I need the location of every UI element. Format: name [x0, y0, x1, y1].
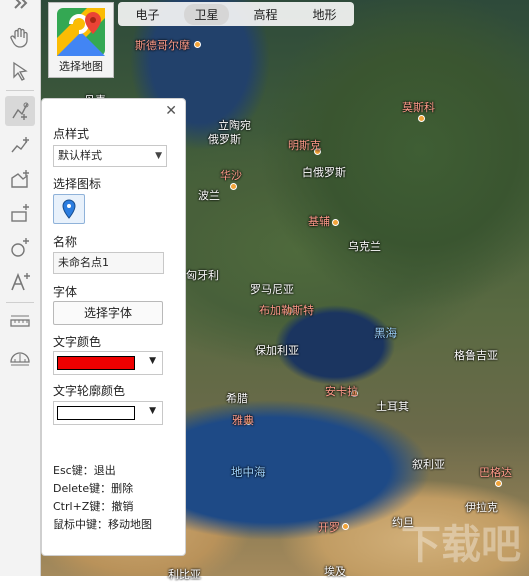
city-dot [495, 480, 502, 487]
divider [6, 302, 34, 303]
choose-icon-button[interactable] [53, 194, 85, 224]
area-icon[interactable] [5, 165, 35, 195]
text-icon[interactable] [5, 267, 35, 297]
text-color-label: 文字颜色 [53, 335, 102, 349]
outline-color-swatch [57, 406, 135, 420]
point-style-value: 默认样式 [58, 149, 102, 162]
city-label: 波兰 [198, 189, 220, 202]
city-label: 匈牙利 [186, 269, 219, 282]
city-label: 希腊 [226, 392, 248, 405]
tab-satellite[interactable]: 卫星 [184, 3, 229, 25]
city-label: 叙利亚 [412, 458, 445, 471]
city-label: 土耳其 [376, 400, 409, 413]
city-label: 雅典 [232, 414, 254, 427]
city-label: 利比亚 [168, 568, 201, 581]
font-label: 字体 [53, 285, 78, 299]
rectangle-icon[interactable] [5, 199, 35, 229]
tab-terrain[interactable]: 地形 [302, 4, 346, 25]
ruler-icon[interactable] [5, 307, 35, 337]
map-type-tabs: 电子 卫星 高程 地形 [118, 2, 354, 26]
text-color-swatch [57, 356, 135, 370]
city-label: 明斯克 [288, 139, 321, 152]
point-marker-icon[interactable] [5, 96, 35, 126]
city-dot [194, 41, 201, 48]
chevron-down-icon: ▼ [155, 151, 162, 161]
city-label: 基辅 [308, 215, 330, 228]
city-label: 巴格达 [479, 466, 512, 479]
left-toolbar [0, 0, 41, 576]
city-dot [342, 523, 349, 530]
map-source-label: 选择地图 [59, 60, 103, 73]
help-text: Ctrl+Z键：撤销 [53, 500, 134, 513]
pin-icon [62, 199, 76, 219]
pointer-icon[interactable] [5, 56, 35, 86]
expand-icon[interactable] [5, 0, 35, 12]
city-label: 安卡拉 [325, 385, 358, 398]
help-text: 鼠标中键：移动地图 [53, 518, 152, 531]
city-label: 俄罗斯 [208, 133, 241, 146]
city-label: 白俄罗斯 [302, 166, 346, 179]
text-color-picker[interactable]: ▼ [53, 351, 163, 375]
protractor-icon[interactable] [5, 341, 35, 371]
sea-label: 地中海 [231, 465, 266, 479]
tab-vector[interactable]: 电子 [125, 4, 169, 25]
city-label: 斯德哥尔摩 [135, 39, 190, 52]
circle-icon[interactable] [5, 233, 35, 263]
watermark: 下载吧 [401, 522, 521, 568]
chevron-down-icon: ▼ [149, 406, 156, 416]
sea-label: 黑海 [374, 326, 397, 340]
city-dot [418, 115, 425, 122]
city-label: 布加勒斯特 [259, 304, 314, 317]
name-field[interactable]: 未命名点1 [53, 252, 164, 274]
city-dot [230, 183, 237, 190]
name-label: 名称 [53, 235, 78, 249]
chevron-down-icon: ▼ [149, 356, 156, 366]
city-label: 乌克兰 [348, 240, 381, 253]
city-label: 保加利亚 [255, 344, 299, 357]
city-label: 埃及 [324, 565, 346, 578]
hand-icon[interactable] [5, 22, 35, 52]
tab-elevation[interactable]: 高程 [243, 4, 287, 25]
city-label: 罗马尼亚 [250, 283, 294, 296]
city-label: 莫斯科 [402, 101, 435, 114]
outline-color-label: 文字轮廓颜色 [53, 384, 126, 398]
map-source-selector[interactable]: 选择地图 [48, 2, 114, 78]
help-text: Esc键：退出 [53, 464, 116, 477]
polyline-icon[interactable] [5, 131, 35, 161]
outline-color-picker[interactable]: ▼ [53, 401, 163, 425]
choose-icon-label: 选择图标 [53, 177, 102, 191]
google-maps-icon [57, 8, 105, 56]
city-label: 华沙 [220, 169, 242, 182]
close-icon[interactable]: ✕ [165, 103, 177, 119]
help-text: Delete键：删除 [53, 482, 134, 495]
point-style-label: 点样式 [53, 127, 90, 141]
city-label: 格鲁吉亚 [454, 349, 498, 362]
point-style-panel: ✕ 点样式 默认样式 ▼ 选择图标 名称 未命名点1 字体 选择字体 文字颜色 … [41, 98, 186, 556]
city-label: 开罗 [318, 521, 340, 534]
divider [6, 90, 34, 91]
point-style-select[interactable]: 默认样式 ▼ [53, 145, 167, 167]
choose-font-button[interactable]: 选择字体 [53, 301, 163, 325]
city-dot [332, 219, 339, 226]
